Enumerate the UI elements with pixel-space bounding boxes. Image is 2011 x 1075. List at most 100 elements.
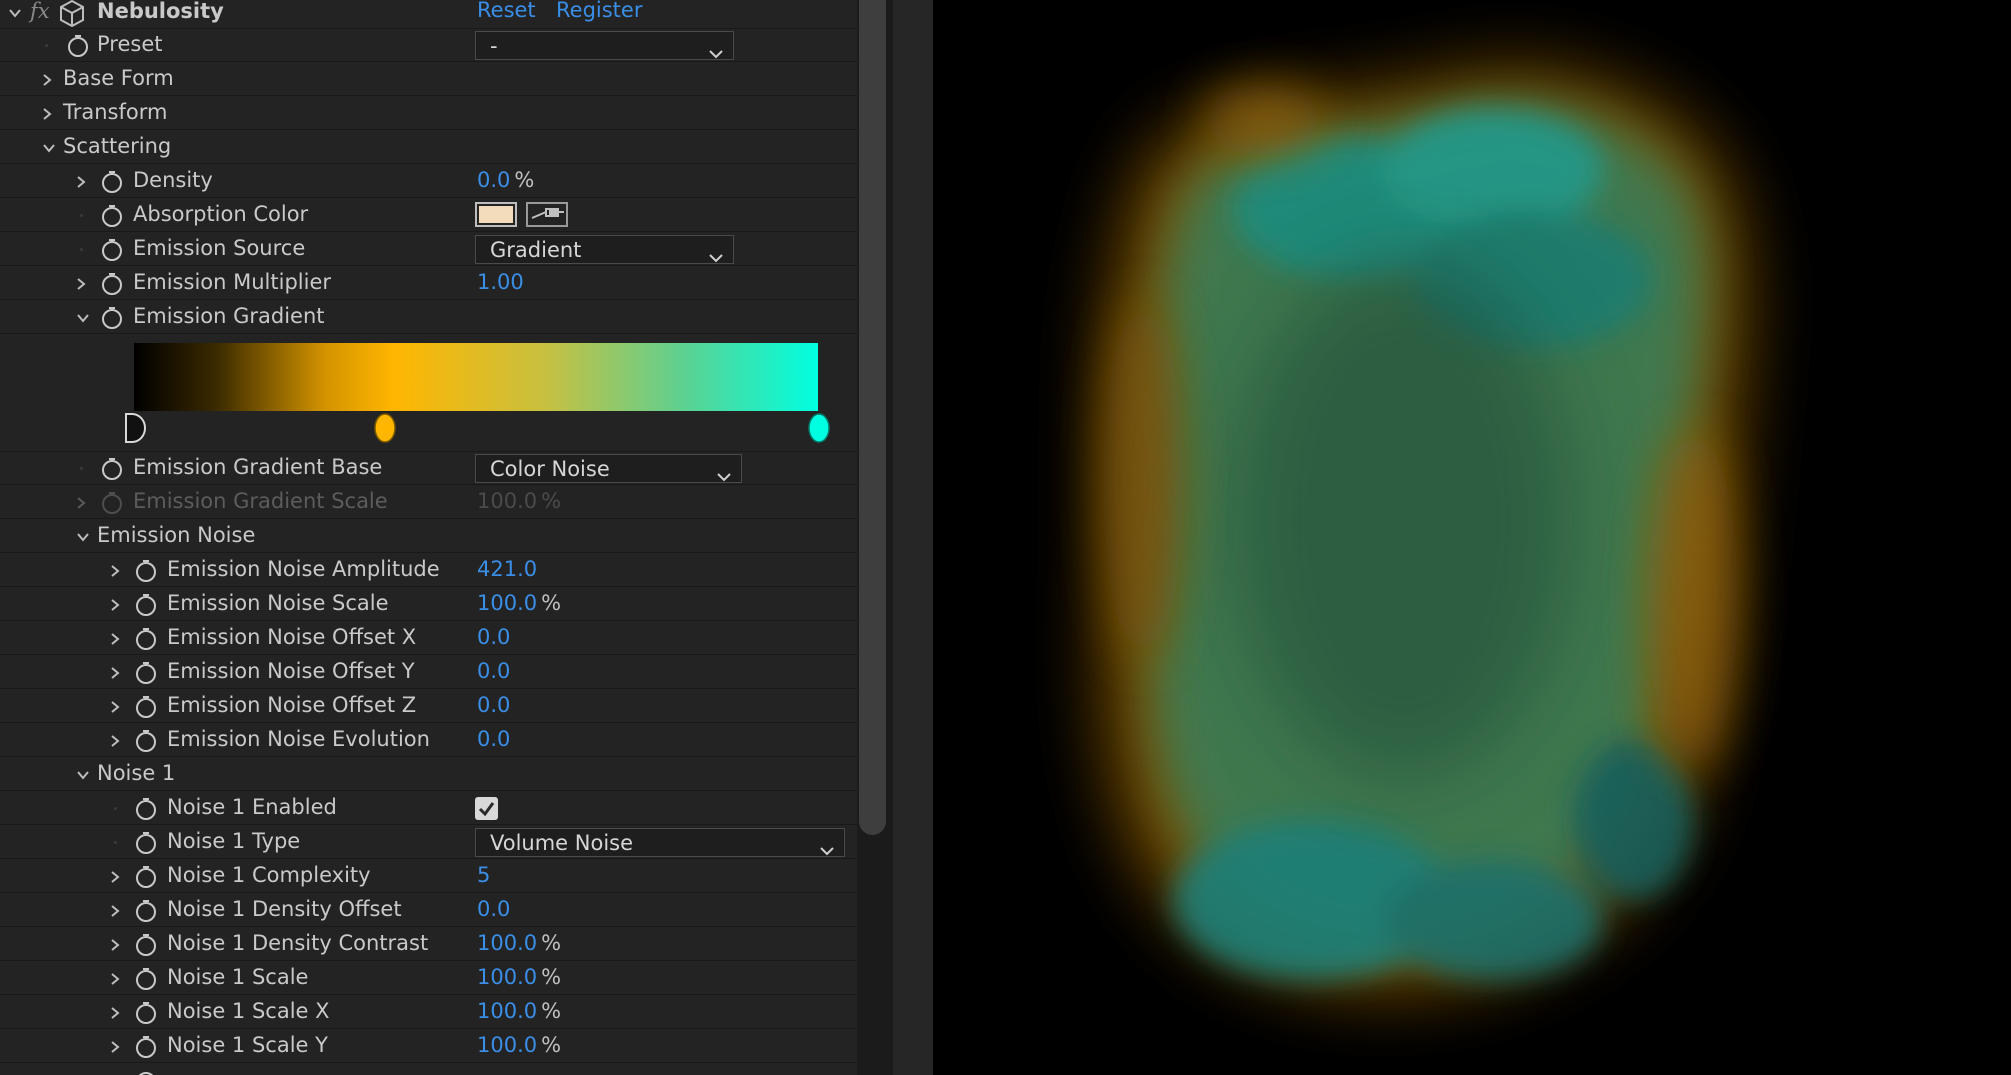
chevron-right-icon[interactable] <box>108 632 122 646</box>
noise1-scale-value[interactable]: 100.0% <box>477 965 561 989</box>
chevron-down-icon <box>717 463 731 487</box>
emission-noise-scale-value[interactable]: 100.0% <box>477 591 561 615</box>
noise1-density-offset-label: Noise 1 Density Offset <box>167 897 402 921</box>
noise1-enabled-checkbox[interactable] <box>475 797 498 820</box>
scattering-label: Scattering <box>63 134 172 158</box>
gradient-bar[interactable] <box>134 343 818 411</box>
preset-dropdown[interactable]: - <box>475 31 734 60</box>
color-swatch[interactable] <box>475 202 517 227</box>
emission-noise-evolution-value[interactable]: 0.0 <box>477 727 510 751</box>
stopwatch-icon[interactable] <box>133 966 159 992</box>
stopwatch-icon[interactable] <box>133 1000 159 1026</box>
chevron-down-icon[interactable] <box>76 768 90 782</box>
stopwatch-icon[interactable] <box>133 694 159 720</box>
base-form-row[interactable]: Base Form <box>0 63 857 96</box>
emission-noise-amplitude-label: Emission Noise Amplitude <box>167 557 440 581</box>
noise1-type-row: Noise 1 Type Volume Noise <box>0 826 857 859</box>
stopwatch-icon[interactable] <box>133 592 159 618</box>
stopwatch-icon[interactable] <box>99 237 125 263</box>
chevron-down-icon <box>709 244 723 268</box>
chevron-down-icon[interactable] <box>8 6 22 20</box>
chevron-right-icon[interactable] <box>40 73 54 87</box>
emission-gradient-base-label: Emission Gradient Base <box>133 455 383 479</box>
stopwatch-icon[interactable] <box>133 626 159 652</box>
stopwatch-icon[interactable] <box>133 898 159 924</box>
emission-source-label: Emission Source <box>133 236 306 260</box>
chevron-right-icon[interactable] <box>108 1040 122 1054</box>
register-link[interactable]: Register <box>556 0 642 22</box>
transform-row[interactable]: Transform <box>0 97 857 130</box>
stopwatch-icon[interactable] <box>99 456 125 482</box>
chevron-down-icon[interactable] <box>76 311 90 325</box>
noise1-type-dropdown[interactable]: Volume Noise <box>475 828 845 857</box>
noise1-density-contrast-value[interactable]: 100.0% <box>477 931 561 955</box>
stopwatch-icon[interactable] <box>133 660 159 686</box>
chevron-right-icon[interactable] <box>108 666 122 680</box>
stopwatch-icon[interactable] <box>133 796 159 822</box>
chevron-down-icon[interactable] <box>42 141 56 155</box>
chevron-right-icon[interactable] <box>108 564 122 578</box>
emission-gradient-base-row: Emission Gradient Base Color Noise <box>0 452 857 485</box>
noise1-scale-y-row: Noise 1 Scale Y 100.0% <box>0 1030 857 1063</box>
stopwatch-icon[interactable] <box>65 33 91 59</box>
stopwatch-icon[interactable] <box>99 271 125 297</box>
stopwatch-icon[interactable] <box>133 558 159 584</box>
emission-noise-row[interactable]: Emission Noise <box>0 520 857 553</box>
chevron-right-icon[interactable] <box>108 904 122 918</box>
chevron-right-icon[interactable] <box>108 598 122 612</box>
emission-source-dropdown[interactable]: Gradient <box>475 235 734 264</box>
emission-multiplier-value[interactable]: 1.00 <box>477 270 524 294</box>
chevron-right-icon[interactable] <box>108 700 122 714</box>
noise1-density-offset-value[interactable]: 0.0 <box>477 897 510 921</box>
stopwatch-icon[interactable] <box>133 1034 159 1060</box>
noise1-scale-label: Noise 1 Scale <box>167 965 309 989</box>
chevron-right-icon[interactable] <box>74 277 88 291</box>
reset-link[interactable]: Reset <box>477 0 536 22</box>
next-row-partial <box>0 1064 857 1075</box>
stopwatch-icon[interactable] <box>99 305 125 331</box>
gradient-editor <box>0 333 857 452</box>
stopwatch-icon[interactable] <box>99 203 125 229</box>
density-value[interactable]: 0.0% <box>477 168 534 192</box>
emission-noise-offset-y-value[interactable]: 0.0 <box>477 659 510 683</box>
emission-noise-amplitude-value[interactable]: 421.0 <box>477 557 537 581</box>
chevron-right-icon[interactable] <box>108 938 122 952</box>
noise1-row[interactable]: Noise 1 <box>0 758 857 791</box>
noise1-scale-x-value[interactable]: 100.0% <box>477 999 561 1023</box>
effect-header-row[interactable]: fx Nebulosity Reset Register <box>0 0 857 29</box>
chevron-right-icon[interactable] <box>74 175 88 189</box>
chevron-right-icon[interactable] <box>108 1006 122 1020</box>
emission-noise-evolution-row: Emission Noise Evolution 0.0 <box>0 724 857 757</box>
emission-noise-offset-z-value[interactable]: 0.0 <box>477 693 510 717</box>
emission-gradient-scale-label: Emission Gradient Scale <box>133 489 388 513</box>
noise1-complexity-value[interactable]: 5 <box>477 863 490 887</box>
noise1-enabled-row: Noise 1 Enabled <box>0 792 857 825</box>
chevron-down-icon <box>709 40 723 64</box>
effect-controls-panel: fx Nebulosity Reset Register Preset - Ba… <box>0 0 857 1075</box>
composition-viewer[interactable] <box>933 0 2011 1075</box>
gradient-stop-cyan[interactable] <box>807 412 831 449</box>
stopwatch-icon[interactable] <box>133 728 159 754</box>
scattering-row[interactable]: Scattering <box>0 131 857 164</box>
stopwatch-icon[interactable] <box>99 169 125 195</box>
eyedropper-icon[interactable] <box>526 202 568 227</box>
stopwatch-icon[interactable] <box>133 864 159 890</box>
stopwatch-icon[interactable] <box>133 932 159 958</box>
chevron-right-icon[interactable] <box>40 107 54 121</box>
stopwatch-icon <box>99 490 125 516</box>
stopwatch-icon[interactable] <box>133 830 159 856</box>
noise1-complexity-row: Noise 1 Complexity 5 <box>0 860 857 893</box>
emission-noise-offset-x-value[interactable]: 0.0 <box>477 625 510 649</box>
chevron-right-icon[interactable] <box>108 734 122 748</box>
emission-noise-offset-x-label: Emission Noise Offset X <box>167 625 417 649</box>
chevron-right-icon[interactable] <box>108 972 122 986</box>
chevron-down-icon[interactable] <box>76 530 90 544</box>
emission-gradient-base-dropdown[interactable]: Color Noise <box>475 454 742 483</box>
scrollbar-thumb[interactable] <box>859 0 886 835</box>
gradient-stop-orange[interactable] <box>373 412 397 449</box>
chevron-right-icon[interactable] <box>108 870 122 884</box>
panel-divider[interactable] <box>893 0 933 1075</box>
noise1-scale-y-value[interactable]: 100.0% <box>477 1033 561 1057</box>
gradient-stop-black[interactable] <box>124 412 148 449</box>
emission-noise-offset-y-label: Emission Noise Offset Y <box>167 659 415 683</box>
